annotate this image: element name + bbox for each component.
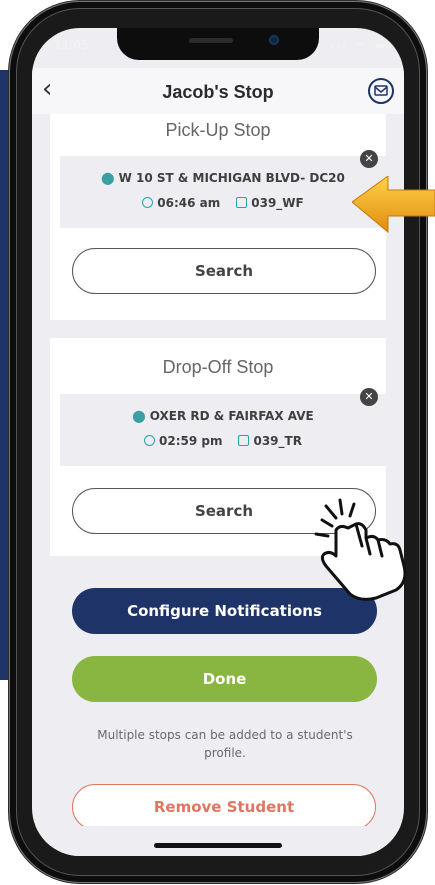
remove-pickup-icon[interactable]: ✕ (360, 150, 378, 168)
bottom-bar (32, 826, 404, 856)
dropoff-stop-line: ⬤ OXER RD & FAIRFAX AVE (60, 409, 386, 423)
pickup-time: 06:46 am (157, 196, 221, 210)
clock-icon (142, 197, 154, 208)
pickup-card: Pick-Up Stop ⬤ W 10 ST & MICHIGAN BLVD- D… (50, 114, 386, 320)
clock-icon (144, 435, 156, 446)
bus-icon (236, 197, 248, 208)
pickup-stop-box: ⬤ W 10 ST & MICHIGAN BLVD- DC20 06:46 am 0… (60, 156, 386, 228)
remove-dropoff-icon[interactable]: ✕ (360, 388, 378, 406)
map-pin-icon: ⬤ (132, 409, 146, 423)
dropoff-time: 02:59 pm (159, 434, 223, 448)
app-screen: 11:05 ııl ᯤ ▬ ‹ Jacob's Stop Pick-Up Sto… (32, 28, 404, 856)
signal-icons: ııl ᯤ ▬ (330, 39, 388, 52)
camera-icon (269, 35, 279, 45)
home-indicator[interactable] (154, 843, 282, 848)
dropoff-title: Drop-Off Stop (162, 357, 274, 377)
mail-icon[interactable] (368, 78, 394, 104)
remove-student-button[interactable]: Remove Student (72, 784, 376, 830)
bus-icon (238, 435, 250, 446)
dropoff-stop-box: ⬤ OXER RD & FAIRFAX AVE 02:59 pm 039_TR (60, 394, 386, 466)
pickup-meta: 06:46 am 039_WF (60, 196, 386, 210)
dropoff-route: 039_TR (253, 434, 302, 448)
dropoff-stop-name: OXER RD & FAIRFAX AVE (149, 409, 314, 423)
status-time: 11:05 (54, 38, 89, 52)
page-title: Jacob's Stop (162, 82, 274, 102)
pickup-stop-name: W 10 ST & MICHIGAN BLVD- DC20 (118, 171, 345, 185)
map-pin-icon: ⬤ (101, 171, 115, 185)
pickup-title: Pick-Up Stop (165, 120, 271, 140)
callout-arrow-icon (352, 176, 435, 234)
tap-hand-icon (314, 498, 407, 601)
nav-header: ‹ Jacob's Stop (32, 68, 404, 114)
pickup-stop-line: ⬤ W 10 ST & MICHIGAN BLVD- DC20 (60, 171, 386, 185)
speaker (189, 38, 233, 43)
helper-text: Multiple stops can be added to a student… (97, 728, 353, 760)
pickup-search-button[interactable]: Search (72, 248, 376, 294)
pickup-route: 039_WF (251, 196, 304, 210)
done-button[interactable]: Done (72, 656, 377, 702)
notch (117, 28, 319, 60)
dropoff-meta: 02:59 pm 039_TR (60, 434, 386, 448)
